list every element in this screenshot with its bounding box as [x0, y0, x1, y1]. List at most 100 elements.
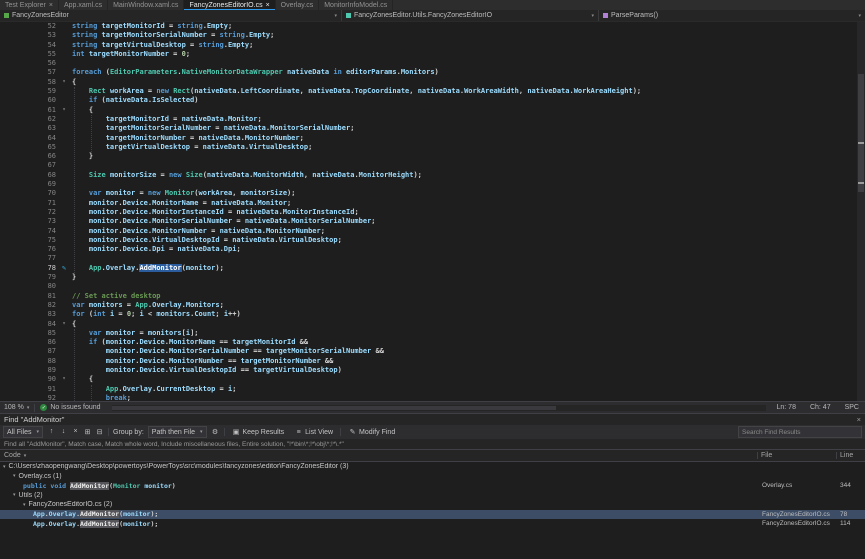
line-number[interactable]: 62	[0, 115, 56, 124]
line-number[interactable]: 79	[0, 273, 56, 282]
line-number[interactable]: 78	[0, 264, 56, 273]
code-line[interactable]: 65 targetVirtualDesktop = nativeData.Vir…	[0, 143, 865, 152]
code-line[interactable]: 78✎ App.Overlay.AddMonitor(monitor);	[0, 264, 865, 273]
tab-test-explorer[interactable]: Test Explorer×	[0, 0, 59, 10]
line-number[interactable]: 67	[0, 161, 56, 170]
code-line[interactable]: 60 if (nativeData.IsSelected)	[0, 96, 865, 105]
type-dropdown[interactable]: FancyZonesEditor.Utils.FancyZonesEditorI…	[342, 10, 599, 21]
code-line[interactable]: 52string targetMonitorId = string.Empty;	[0, 22, 865, 31]
fold-collapse-icon[interactable]: ▾	[56, 78, 72, 87]
code-line[interactable]: 88 monitor.Device.MonitorNumber == targe…	[0, 357, 865, 366]
code-line[interactable]: 61▾ {	[0, 106, 865, 115]
code-line[interactable]: 69	[0, 180, 865, 189]
line-number[interactable]: 58	[0, 78, 56, 87]
line-number[interactable]: 59	[0, 87, 56, 96]
indentation-indicator[interactable]: SPC	[845, 404, 859, 411]
line-number[interactable]: 72	[0, 208, 56, 217]
line-number[interactable]: 73	[0, 217, 56, 226]
chevron-down-icon[interactable]: ▾	[13, 473, 16, 479]
fold-collapse-icon[interactable]: ▾	[56, 106, 72, 115]
expand-all-icon[interactable]: ⊞	[83, 428, 92, 436]
line-number[interactable]: 91	[0, 385, 56, 394]
line-number[interactable]: 74	[0, 227, 56, 236]
code-line[interactable]: 59 Rect workArea = new Rect(nativeData.L…	[0, 87, 865, 96]
result-group-row[interactable]: ▾Utils (2)	[0, 491, 865, 501]
line-number[interactable]: 71	[0, 199, 56, 208]
code-line[interactable]: 55int targetMonitorNumber = 0;	[0, 50, 865, 59]
keep-results-button[interactable]: ▣ Keep Results	[229, 427, 288, 437]
code-line[interactable]: 75 monitor.Device.VirtualDesktopId = nat…	[0, 236, 865, 245]
fold-collapse-icon[interactable]: ▾	[56, 375, 72, 384]
line-number[interactable]: 87	[0, 347, 56, 356]
line-number[interactable]: 57	[0, 68, 56, 77]
line-number[interactable]: 56	[0, 59, 56, 68]
horizontal-scrollbar[interactable]	[112, 405, 766, 411]
line-number[interactable]: 60	[0, 96, 56, 105]
code-line[interactable]: 73 monitor.Device.MonitorSerialNumber = …	[0, 217, 865, 226]
tab-mainwindow-xaml-cs[interactable]: MainWindow.xaml.cs	[108, 0, 184, 10]
result-row[interactable]: App.Overlay.AddMonitor(monitor);FancyZon…	[0, 519, 865, 529]
code-line[interactable]: 57foreach (EditorParameters.NativeMonito…	[0, 68, 865, 77]
vertical-scrollbar[interactable]	[857, 22, 865, 401]
line-number[interactable]: 69	[0, 180, 56, 189]
settings-gear-icon[interactable]: ⚙	[211, 428, 220, 436]
line-number[interactable]: 64	[0, 134, 56, 143]
column-header-code[interactable]: Code ▾	[0, 452, 757, 459]
code-line[interactable]: 76 monitor.Device.Dpi = nativeData.Dpi;	[0, 245, 865, 254]
result-group-row[interactable]: ▾FancyZonesEditorIO.cs (2)	[0, 500, 865, 510]
project-dropdown[interactable]: FancyZonesEditor ▾	[0, 10, 342, 21]
line-number[interactable]: 65	[0, 143, 56, 152]
chevron-down-icon[interactable]: ▾	[13, 492, 16, 498]
find-next-icon[interactable]: ↓	[59, 428, 68, 436]
list-view-button[interactable]: ≡ List View	[291, 428, 336, 437]
fold-collapse-icon[interactable]: ▾	[56, 320, 72, 329]
scope-dropdown[interactable]: All Files ▾	[3, 426, 43, 438]
line-number[interactable]: 70	[0, 189, 56, 198]
column-header-file[interactable]: File	[757, 452, 836, 459]
code-line[interactable]: 64 targetMonitorNumber = nativeData.Moni…	[0, 134, 865, 143]
code-line[interactable]: 80	[0, 282, 865, 291]
code-line[interactable]: 53string targetMonitorSerialNumber = str…	[0, 31, 865, 40]
code-line[interactable]: 62 targetMonitorId = nativeData.Monitor;	[0, 115, 865, 124]
line-number[interactable]: 88	[0, 357, 56, 366]
line-number[interactable]: 84	[0, 320, 56, 329]
line-number[interactable]: 83	[0, 310, 56, 319]
close-icon[interactable]: ×	[857, 415, 861, 424]
code-line[interactable]: 58▾{	[0, 78, 865, 87]
line-number[interactable]: 68	[0, 171, 56, 180]
code-line[interactable]: 85 var monitor = monitors[i];	[0, 329, 865, 338]
scrollbar-thumb[interactable]	[858, 74, 864, 192]
result-row[interactable]: public void AddMonitor(Monitor monitor)O…	[0, 481, 865, 491]
code-line[interactable]: 70 var monitor = new Monitor(workArea, m…	[0, 189, 865, 198]
code-line[interactable]: 90▾ {	[0, 375, 865, 384]
stop-find-icon[interactable]: ×	[71, 428, 80, 436]
column-header-line[interactable]: Line	[836, 452, 865, 459]
code-line[interactable]: 72 monitor.Device.MonitorInstanceId = na…	[0, 208, 865, 217]
code-line[interactable]: 83for (int i = 0; i < monitors.Count; i+…	[0, 310, 865, 319]
line-number[interactable]: 76	[0, 245, 56, 254]
line-number[interactable]: 92	[0, 394, 56, 401]
code-line[interactable]: 68 Size monitorSize = new Size(nativeDat…	[0, 171, 865, 180]
search-find-results-input[interactable]	[738, 426, 862, 438]
code-line[interactable]: 87 monitor.Device.MonitorSerialNumber ==…	[0, 347, 865, 356]
tab-fancyzoneseditorio-cs[interactable]: FancyZonesEditorIO.cs×	[184, 0, 275, 10]
group-by-dropdown[interactable]: Path then File ▾	[148, 426, 207, 438]
result-group-row[interactable]: ▾C:\Users\zhaopengwang\Desktop\powertoys…	[0, 462, 865, 472]
close-icon[interactable]: ×	[266, 2, 270, 9]
result-group-row[interactable]: ▾Overlay.cs (1)	[0, 472, 865, 482]
column-indicator[interactable]: Ch: 47	[810, 404, 831, 411]
scrollbar-thumb[interactable]	[112, 406, 557, 410]
find-previous-icon[interactable]: ↑	[47, 428, 56, 436]
line-number[interactable]: 54	[0, 41, 56, 50]
code-line[interactable]: 79}	[0, 273, 865, 282]
code-line[interactable]: 63 targetMonitorSerialNumber = nativeDat…	[0, 124, 865, 133]
code-line[interactable]: 54string targetVirtualDesktop = string.E…	[0, 41, 865, 50]
line-number[interactable]: 53	[0, 31, 56, 40]
modify-find-button[interactable]: ✎ Modify Find	[345, 427, 398, 437]
result-row[interactable]: App.Overlay.AddMonitor(monitor);FancyZon…	[0, 510, 865, 520]
line-number[interactable]: 63	[0, 124, 56, 133]
line-number[interactable]: 61	[0, 106, 56, 115]
chevron-down-icon[interactable]: ▾	[23, 502, 26, 508]
code-line[interactable]: 89 monitor.Device.VirtualDesktopId == ta…	[0, 366, 865, 375]
code-line[interactable]: 74 monitor.Device.MonitorNumber = native…	[0, 227, 865, 236]
